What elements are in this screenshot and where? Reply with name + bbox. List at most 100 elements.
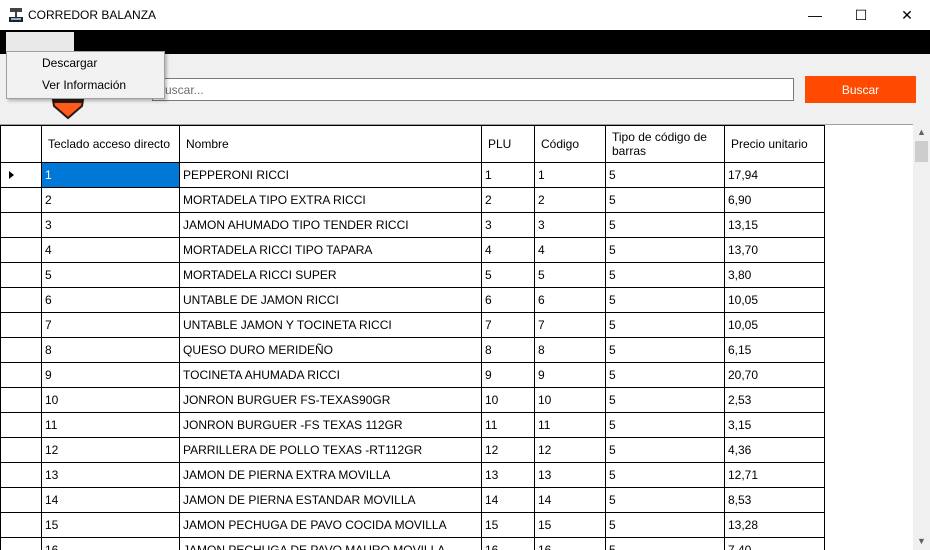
cell-nombre[interactable]: JAMON AHUMADO TIPO TENDER RICCI — [179, 212, 482, 238]
scroll-down-arrow-icon[interactable]: ▼ — [913, 533, 930, 550]
cell-nombre[interactable]: JAMON PECHUGA DE PAVO COCIDA MOVILLA — [179, 512, 482, 538]
cell-tipo-codigo[interactable]: 5 — [605, 412, 725, 438]
column-header-precio[interactable]: Precio unitario — [724, 125, 825, 163]
table-row[interactable]: 12 PARRILLERA DE POLLO TEXAS -RT112GR 12 12… — [0, 437, 825, 463]
cell-tipo-codigo[interactable]: 5 — [605, 387, 725, 413]
cell-teclado[interactable]: 12 — [41, 437, 180, 463]
cell-teclado[interactable]: 15 — [41, 512, 180, 538]
cell-codigo[interactable]: 1 — [534, 162, 606, 188]
row-header[interactable] — [0, 462, 42, 488]
cell-plu[interactable]: 15 — [481, 512, 535, 538]
row-header[interactable] — [0, 387, 42, 413]
row-header[interactable] — [0, 312, 42, 338]
cell-plu[interactable]: 8 — [481, 337, 535, 363]
cell-precio[interactable]: 20,70 — [724, 362, 825, 388]
cell-nombre[interactable]: PEPPERONI RICCI — [179, 162, 482, 188]
vertical-scrollbar[interactable]: ▲ ▼ — [913, 124, 930, 550]
search-input[interactable] — [152, 78, 794, 101]
cell-teclado[interactable]: 14 — [41, 487, 180, 513]
cell-plu[interactable]: 10 — [481, 387, 535, 413]
row-header[interactable] — [0, 287, 42, 313]
cell-nombre[interactable]: JAMON DE PIERNA EXTRA MOVILLA — [179, 462, 482, 488]
close-button[interactable]: ✕ — [884, 0, 930, 30]
cell-precio[interactable]: 13,70 — [724, 237, 825, 263]
scroll-thumb[interactable] — [915, 141, 928, 162]
cell-nombre[interactable]: JAMON PECHUGA DE PAVO MAURO MOVILLA — [179, 537, 482, 550]
cell-codigo[interactable]: 3 — [534, 212, 606, 238]
cell-codigo[interactable]: 2 — [534, 187, 606, 213]
cell-tipo-codigo[interactable]: 5 — [605, 162, 725, 188]
cell-teclado[interactable]: 9 — [41, 362, 180, 388]
cell-teclado[interactable]: 4 — [41, 237, 180, 263]
row-header[interactable] — [0, 362, 42, 388]
cell-nombre[interactable]: MORTADELA RICCI TIPO TAPARA — [179, 237, 482, 263]
column-header-plu[interactable]: PLU — [481, 125, 535, 163]
table-row[interactable]: 5 MORTADELA RICCI SUPER 5 5 5 3,80 — [0, 262, 825, 288]
table-row[interactable]: 3 JAMON AHUMADO TIPO TENDER RICCI 3 3 5 13,15 — [0, 212, 825, 238]
table-row[interactable]: 4 MORTADELA RICCI TIPO TAPARA 4 4 5 13,70 — [0, 237, 825, 263]
cell-tipo-codigo[interactable]: 5 — [605, 462, 725, 488]
cell-tipo-codigo[interactable]: 5 — [605, 362, 725, 388]
minimize-button[interactable]: — — [792, 0, 838, 30]
cell-codigo[interactable]: 4 — [534, 237, 606, 263]
cell-teclado[interactable]: 7 — [41, 312, 180, 338]
table-row[interactable]: 14 JAMON DE PIERNA ESTANDAR MOVILLA 14 14 5 8… — [0, 487, 825, 513]
cell-teclado[interactable]: 6 — [41, 287, 180, 313]
cell-codigo[interactable]: 13 — [534, 462, 606, 488]
row-header[interactable] — [0, 337, 42, 363]
cell-precio[interactable]: 4,36 — [724, 437, 825, 463]
cell-codigo[interactable]: 5 — [534, 262, 606, 288]
column-header-nombre[interactable]: Nombre — [179, 125, 482, 163]
cell-nombre[interactable]: MORTADELA TIPO EXTRA RICCI — [179, 187, 482, 213]
scroll-up-arrow-icon[interactable]: ▲ — [913, 124, 930, 141]
cell-teclado[interactable]: 16 — [41, 537, 180, 550]
cell-teclado[interactable]: 13 — [41, 462, 180, 488]
cell-codigo[interactable]: 12 — [534, 437, 606, 463]
row-header[interactable] — [0, 162, 42, 188]
cell-nombre[interactable]: QUESO DURO MERIDEÑO — [179, 337, 482, 363]
cell-plu[interactable]: 16 — [481, 537, 535, 550]
table-row[interactable]: 10 JONRON BURGUER FS-TEXAS90GR 10 10 5 2,53 — [0, 387, 825, 413]
row-header[interactable] — [0, 262, 42, 288]
cell-plu[interactable]: 7 — [481, 312, 535, 338]
cell-nombre[interactable]: JONRON BURGUER FS-TEXAS90GR — [179, 387, 482, 413]
table-row[interactable]: 1 PEPPERONI RICCI 1 1 5 17,94 — [0, 162, 825, 188]
cell-teclado[interactable]: 3 — [41, 212, 180, 238]
row-header[interactable] — [0, 237, 42, 263]
cell-codigo[interactable]: 6 — [534, 287, 606, 313]
cell-codigo[interactable]: 8 — [534, 337, 606, 363]
cell-tipo-codigo[interactable]: 5 — [605, 187, 725, 213]
cell-plu[interactable]: 6 — [481, 287, 535, 313]
cell-precio[interactable]: 7,40 — [724, 537, 825, 550]
row-header[interactable] — [0, 537, 42, 550]
table-row[interactable]: 2 MORTADELA TIPO EXTRA RICCI 2 2 5 6,90 — [0, 187, 825, 213]
row-header[interactable] — [0, 412, 42, 438]
cell-teclado[interactable]: 10 — [41, 387, 180, 413]
table-row[interactable]: 9 TOCINETA AHUMADA RICCI 9 9 5 20,70 — [0, 362, 825, 388]
cell-tipo-codigo[interactable]: 5 — [605, 437, 725, 463]
cell-tipo-codigo[interactable]: 5 — [605, 262, 725, 288]
cell-precio[interactable]: 6,90 — [724, 187, 825, 213]
cell-tipo-codigo[interactable]: 5 — [605, 287, 725, 313]
cell-nombre[interactable]: TOCINETA AHUMADA RICCI — [179, 362, 482, 388]
table-row[interactable]: 11 JONRON BURGUER -FS TEXAS 112GR 11 11 5 3,1… — [0, 412, 825, 438]
cell-plu[interactable]: 5 — [481, 262, 535, 288]
cell-precio[interactable]: 12,71 — [724, 462, 825, 488]
cell-nombre[interactable]: JAMON DE PIERNA ESTANDAR MOVILLA — [179, 487, 482, 513]
cell-tipo-codigo[interactable]: 5 — [605, 487, 725, 513]
cell-tipo-codigo[interactable]: 5 — [605, 537, 725, 550]
menu-item-descargar[interactable]: Descargar — [7, 52, 164, 74]
maximize-button[interactable]: ☐ — [838, 0, 884, 30]
cell-precio[interactable]: 6,15 — [724, 337, 825, 363]
table-row[interactable]: 7 UNTABLE JAMON Y TOCINETA RICCI 7 7 5 10,05 — [0, 312, 825, 338]
cell-precio[interactable]: 13,15 — [724, 212, 825, 238]
cell-precio[interactable]: 10,05 — [724, 287, 825, 313]
cell-teclado[interactable]: 11 — [41, 412, 180, 438]
cell-tipo-codigo[interactable]: 5 — [605, 312, 725, 338]
cell-plu[interactable]: 11 — [481, 412, 535, 438]
table-row[interactable]: 15 JAMON PECHUGA DE PAVO COCIDA MOVILLA 15… — [0, 512, 825, 538]
cell-teclado[interactable]: 8 — [41, 337, 180, 363]
row-header[interactable] — [0, 212, 42, 238]
cell-teclado[interactable]: 2 — [41, 187, 180, 213]
row-header[interactable] — [0, 437, 42, 463]
